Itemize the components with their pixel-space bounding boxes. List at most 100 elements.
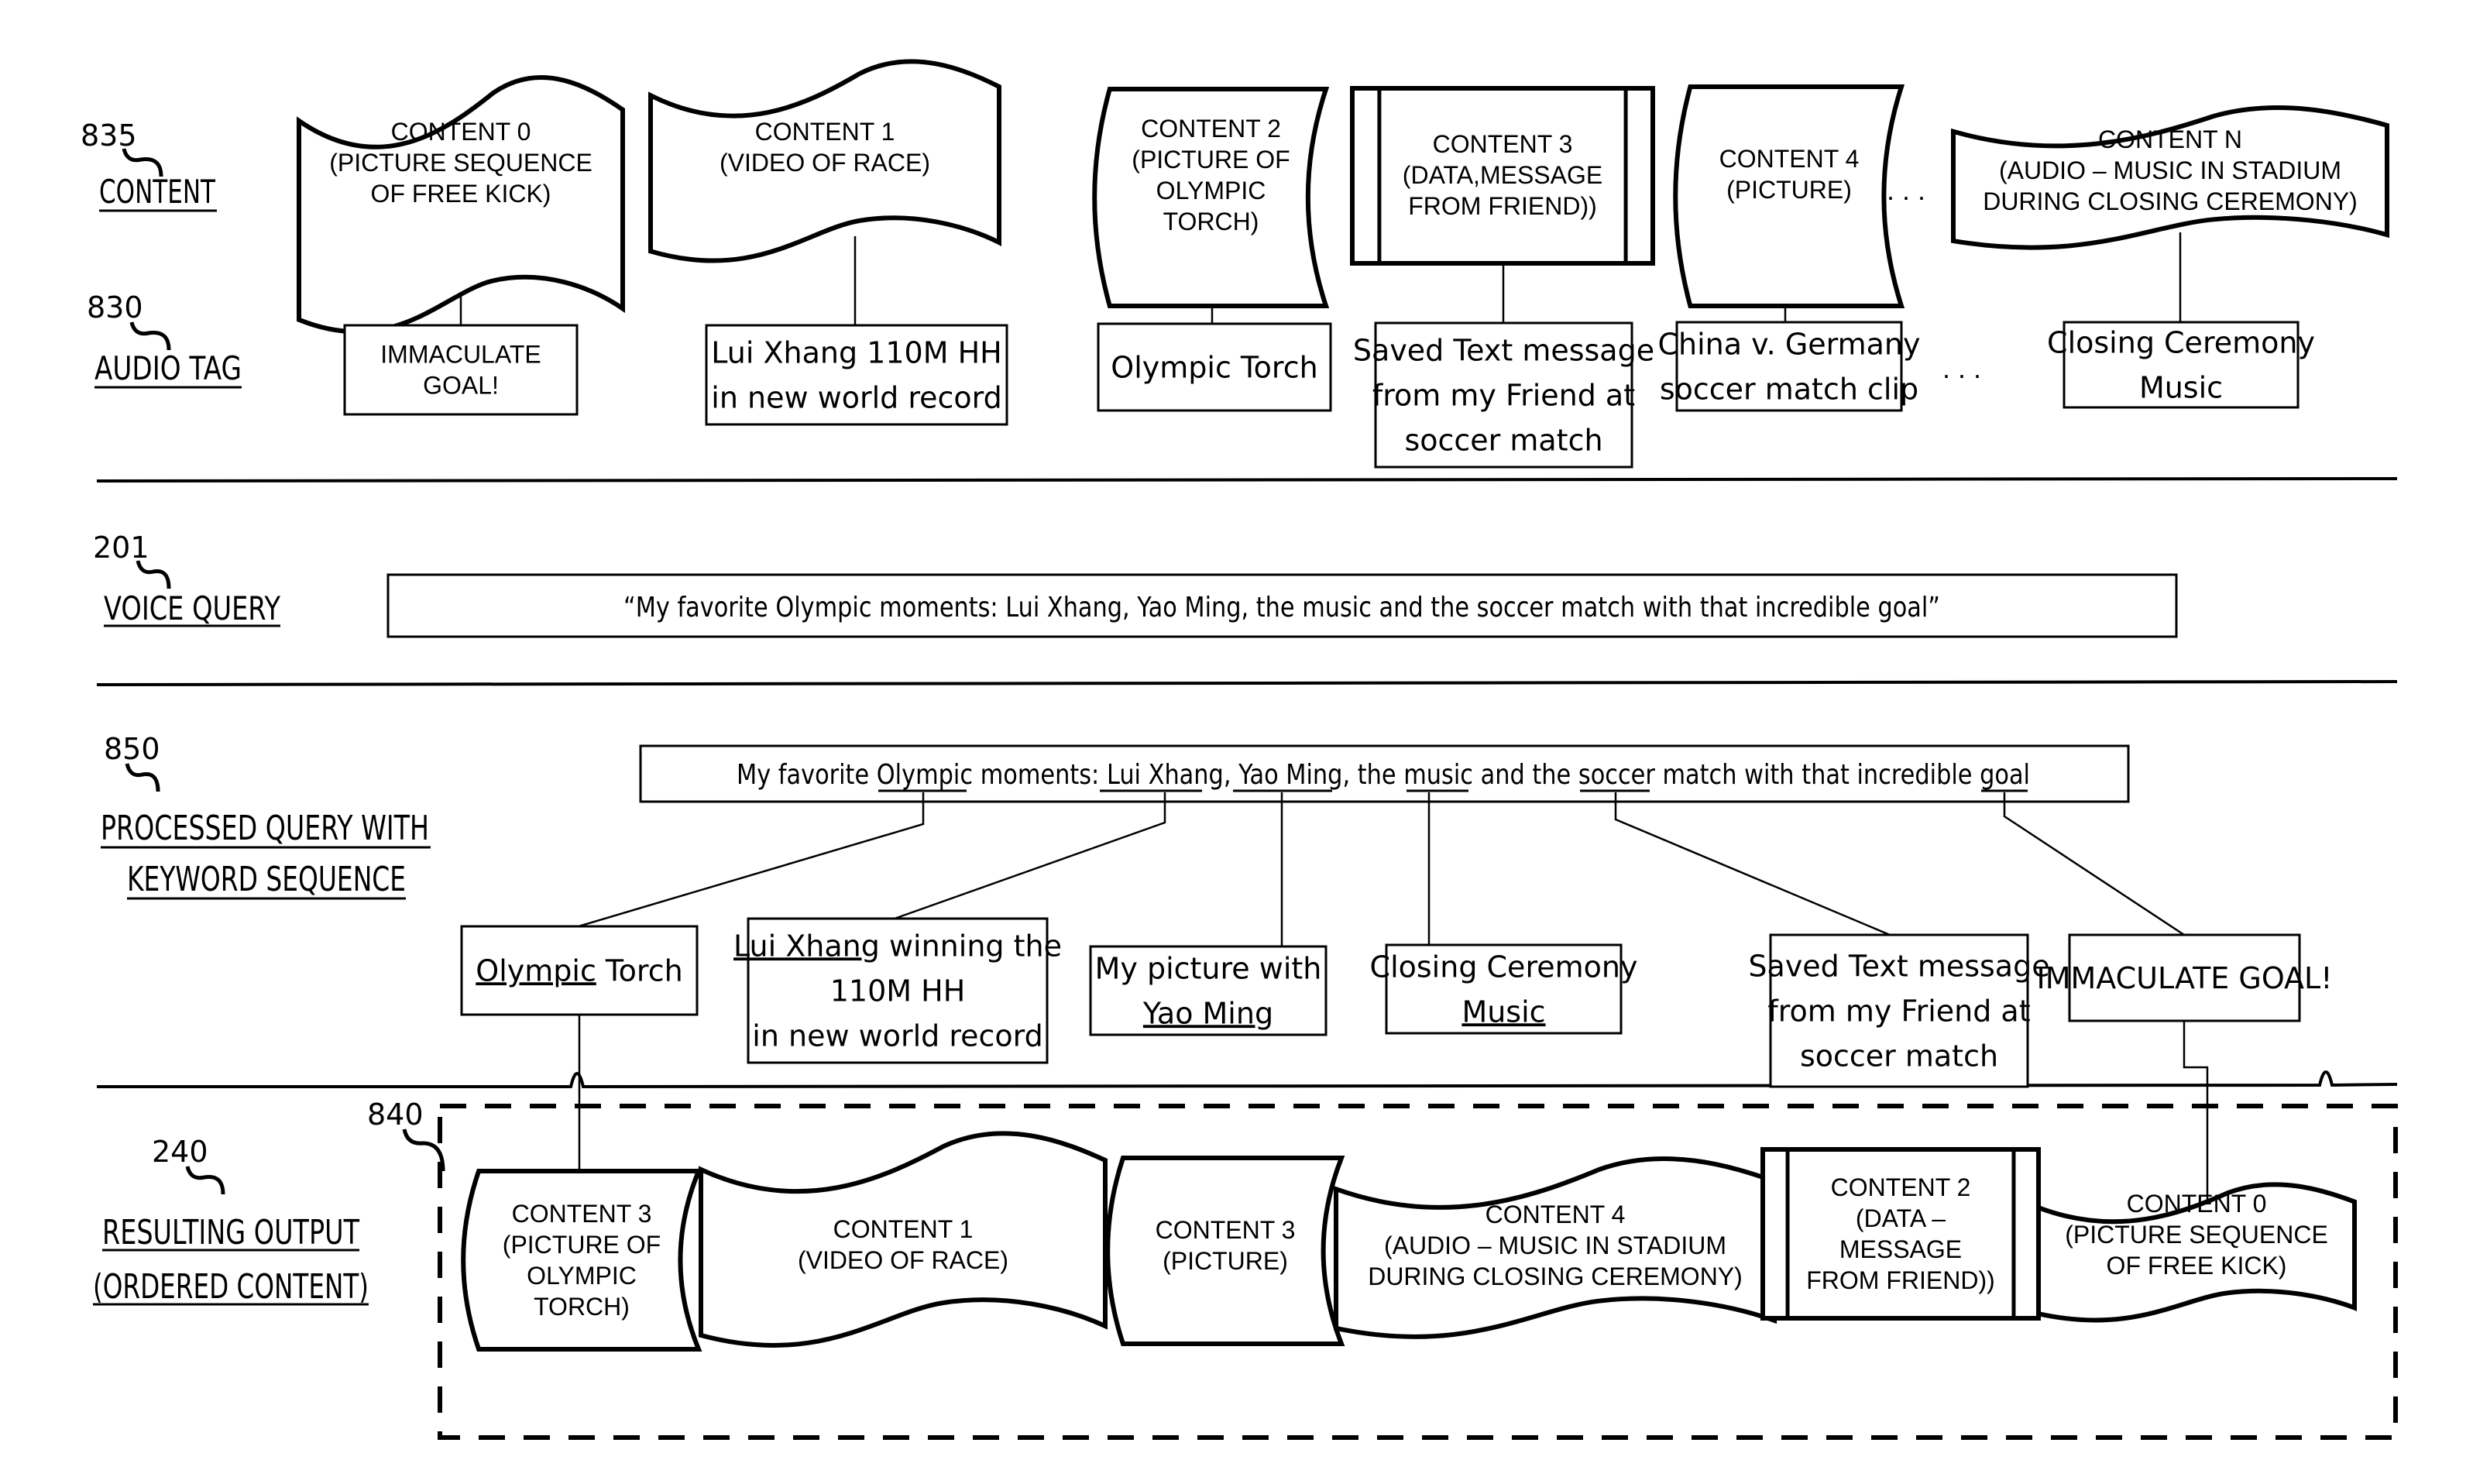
leader-201 xyxy=(136,560,171,589)
audio-tag-4[interactable]: China v. Germany soccer match clip xyxy=(1658,321,1921,412)
section-label-audio-tag: 830 AUDIO TAG xyxy=(87,290,242,389)
divider-line xyxy=(96,680,2398,686)
ref-201: 201 xyxy=(93,531,149,565)
label-line: CONTENT 4 xyxy=(1719,145,1860,173)
ordered-content-3[interactable]: CONTENT 4 (AUDIO – MUSIC IN STADIUM DURING… xyxy=(1334,1156,1777,1339)
keyword-match-3[interactable]: Closing Ceremony Music xyxy=(1370,943,1638,1035)
label-line: DURING CLOSING CEREMONY) xyxy=(1983,187,2358,215)
keyword-match-line: in new world record xyxy=(752,1019,1042,1053)
label-line: CONTENT 0 xyxy=(391,118,531,146)
audio-tag-0[interactable]: IMMACULATE GOAL! xyxy=(343,324,579,416)
label-line: OLYMPIC xyxy=(1156,177,1266,204)
keyword-match-5[interactable]: IMMACULATE GOAL! xyxy=(2037,933,2333,1022)
section-title-voice-query: VOICE QUERY xyxy=(104,589,280,627)
label-line: (PICTURE OF xyxy=(1132,146,1290,173)
audio-tag-row: IMMACULATE GOAL! Lui Xhang 110M HH in new w… xyxy=(343,321,2315,469)
connector-goal-to-output xyxy=(2183,1021,2209,1208)
keyword: Olympic xyxy=(877,759,973,791)
label-line: Closing Ceremony xyxy=(2047,325,2315,359)
label-line: Lui Xhang 110M HH xyxy=(711,335,1001,369)
leader-830 xyxy=(129,321,171,351)
label-line: CONTENT 2 xyxy=(1141,115,1281,143)
keyword-match-1[interactable]: Lui Xhang winning the 110M HH in new world… xyxy=(733,917,1062,1064)
content-item-3[interactable]: CONTENT 3 (DATA,MESSAGE FROM FRIEND)) xyxy=(1350,86,1655,266)
content-item-0[interactable]: CONTENT 0 (PICTURE SEQUENCE OF FREE KICK) xyxy=(297,75,625,335)
label-line: CONTENT 3 xyxy=(1433,130,1573,158)
match-text: soccer match xyxy=(1800,1039,1998,1073)
ordered-content-1[interactable]: CONTENT 1 (VIDEO OF RACE) xyxy=(699,1131,1108,1348)
keyword-match-line: Lui Xhang winning the xyxy=(733,929,1062,963)
label-line: (PICTURE) xyxy=(1726,176,1852,204)
query-text: and the xyxy=(1473,759,1578,791)
label-line: OF FREE KICK) xyxy=(2107,1252,2287,1280)
keyword-underlined: Olympic xyxy=(476,953,596,988)
output-0-stored-data-shape xyxy=(461,1169,702,1352)
label-line: China v. Germany xyxy=(1658,327,1921,361)
content-item-1[interactable]: CONTENT 1 (VIDEO OF RACE) xyxy=(648,59,1001,263)
keyword: soccer xyxy=(1578,759,1655,791)
ordered-content-5[interactable]: CONTENT 0 (PICTURE SEQUENCE OF FREE KICK) xyxy=(2036,1182,2357,1323)
section-label-resulting-output: 240 RESULTING OUTPUT (ORDERED CONTENT) 8… xyxy=(93,1098,445,1307)
audio-tag-2[interactable]: Olympic Torch xyxy=(1097,322,1332,412)
label-line: IMMACULATE xyxy=(380,341,541,369)
label-line: (AUDIO – MUSIC IN STADIUM xyxy=(1384,1232,1726,1259)
ref-840: 840 xyxy=(367,1098,424,1132)
match-text: from my Friend at xyxy=(1767,994,2030,1028)
patent-diagram: 835 CONTENT 830 AUDIO TAG 201 VOICE QUER… xyxy=(81,59,2398,1440)
keyword-match-2[interactable]: My picture with Yao Ming xyxy=(1089,945,1328,1036)
query-text: , xyxy=(1224,759,1238,791)
label-line: (PICTURE SEQUENCE xyxy=(329,149,592,177)
query-text: My favorite xyxy=(737,759,877,791)
audio-tag-5[interactable]: Closing Ceremony Music xyxy=(2047,321,2315,409)
keyword-match-line: 110M HH xyxy=(830,974,966,1008)
label-line: MESSAGE xyxy=(1839,1235,1962,1263)
ordered-content-0[interactable]: CONTENT 3 (PICTURE OF OLYMPIC TORCH) xyxy=(461,1169,702,1352)
audio-tag-1[interactable]: Lui Xhang 110M HH in new world record xyxy=(705,324,1008,426)
label-line: from my Friend at xyxy=(1372,378,1635,412)
label-line: in new world record xyxy=(711,380,1001,414)
voice-query-text: “My favorite Olympic moments: Lui Xhang,… xyxy=(623,592,1940,623)
match-text: Saved Text message xyxy=(1748,949,2049,983)
match-text: Closing Ceremony xyxy=(1370,950,1638,984)
label-line: (PICTURE OF xyxy=(503,1231,661,1259)
keyword-match-4[interactable]: Saved Text message from my Friend at socce… xyxy=(1748,933,2050,1088)
keyword-match-line: My picture with xyxy=(1095,951,1322,985)
keyword-match-row: Olympic Torch Lui Xhang winning the 110M H… xyxy=(460,917,2333,1088)
keyword-match-0[interactable]: Olympic Torch xyxy=(460,925,699,1016)
keyword-underlined: Yao Ming xyxy=(1142,996,1273,1030)
keyword-match-line: IMMACULATE GOAL! xyxy=(2037,961,2333,995)
ellipsis-audio-tags: . . . xyxy=(1942,352,1981,384)
keyword: goal xyxy=(1980,759,2030,791)
content-item-2[interactable]: CONTENT 2 (PICTURE OF OLYMPIC TORCH) xyxy=(1092,87,1330,308)
section-label-content: 835 CONTENT xyxy=(81,119,217,212)
audio-tag-3[interactable]: Saved Text message from my Friend at socce… xyxy=(1353,321,1654,469)
label-line: CONTENT 3 xyxy=(1156,1216,1296,1244)
label-line: CONTENT 4 xyxy=(1486,1201,1626,1228)
ordered-content-4[interactable]: CONTENT 2 (DATA – MESSAGE FROM FRIEND)) xyxy=(1760,1147,2041,1321)
label-line: (AUDIO – MUSIC IN STADIUM xyxy=(1999,156,2341,184)
label-line: soccer match xyxy=(1404,423,1602,457)
match-text: winning the xyxy=(880,929,1062,963)
keyword: music xyxy=(1403,759,1473,791)
label-line: TORCH) xyxy=(534,1293,630,1321)
processed-query-box: My favorite Olympic moments: Lui Xhang , … xyxy=(639,744,2130,803)
content-item-5[interactable]: CONTENT N (AUDIO – MUSIC IN STADIUM DURING… xyxy=(1951,105,2389,250)
ordered-content-2[interactable]: CONTENT 3 (PICTURE) xyxy=(1105,1156,1345,1346)
leader-240 xyxy=(185,1166,225,1195)
divider-line xyxy=(97,1070,2398,1089)
section-label-voice-query: 201 VOICE QUERY xyxy=(93,531,280,627)
connector-lui-xhang xyxy=(894,792,1166,920)
voice-query-box: “My favorite Olympic moments: Lui Xhang,… xyxy=(386,573,2178,638)
label-line: OLYMPIC xyxy=(527,1262,637,1290)
content-item-4[interactable]: CONTENT 4 (PICTURE) xyxy=(1673,84,1905,308)
label-line: CONTENT 2 xyxy=(1831,1173,1971,1201)
match-text: My picture with xyxy=(1095,951,1322,985)
keyword-match-line: Closing Ceremony xyxy=(1370,950,1638,984)
label-line: FROM FRIEND)) xyxy=(1806,1266,1995,1294)
section-title-line1: PROCESSED QUERY WITH xyxy=(101,809,429,848)
keyword-underlined: Lui Xhang xyxy=(733,929,880,963)
connector-soccer xyxy=(1614,792,1891,936)
processed-query-text: My favorite Olympic moments: Lui Xhang , … xyxy=(737,759,2030,791)
connector-olympic xyxy=(578,792,925,928)
section-title-line1: RESULTING OUTPUT xyxy=(102,1213,359,1252)
